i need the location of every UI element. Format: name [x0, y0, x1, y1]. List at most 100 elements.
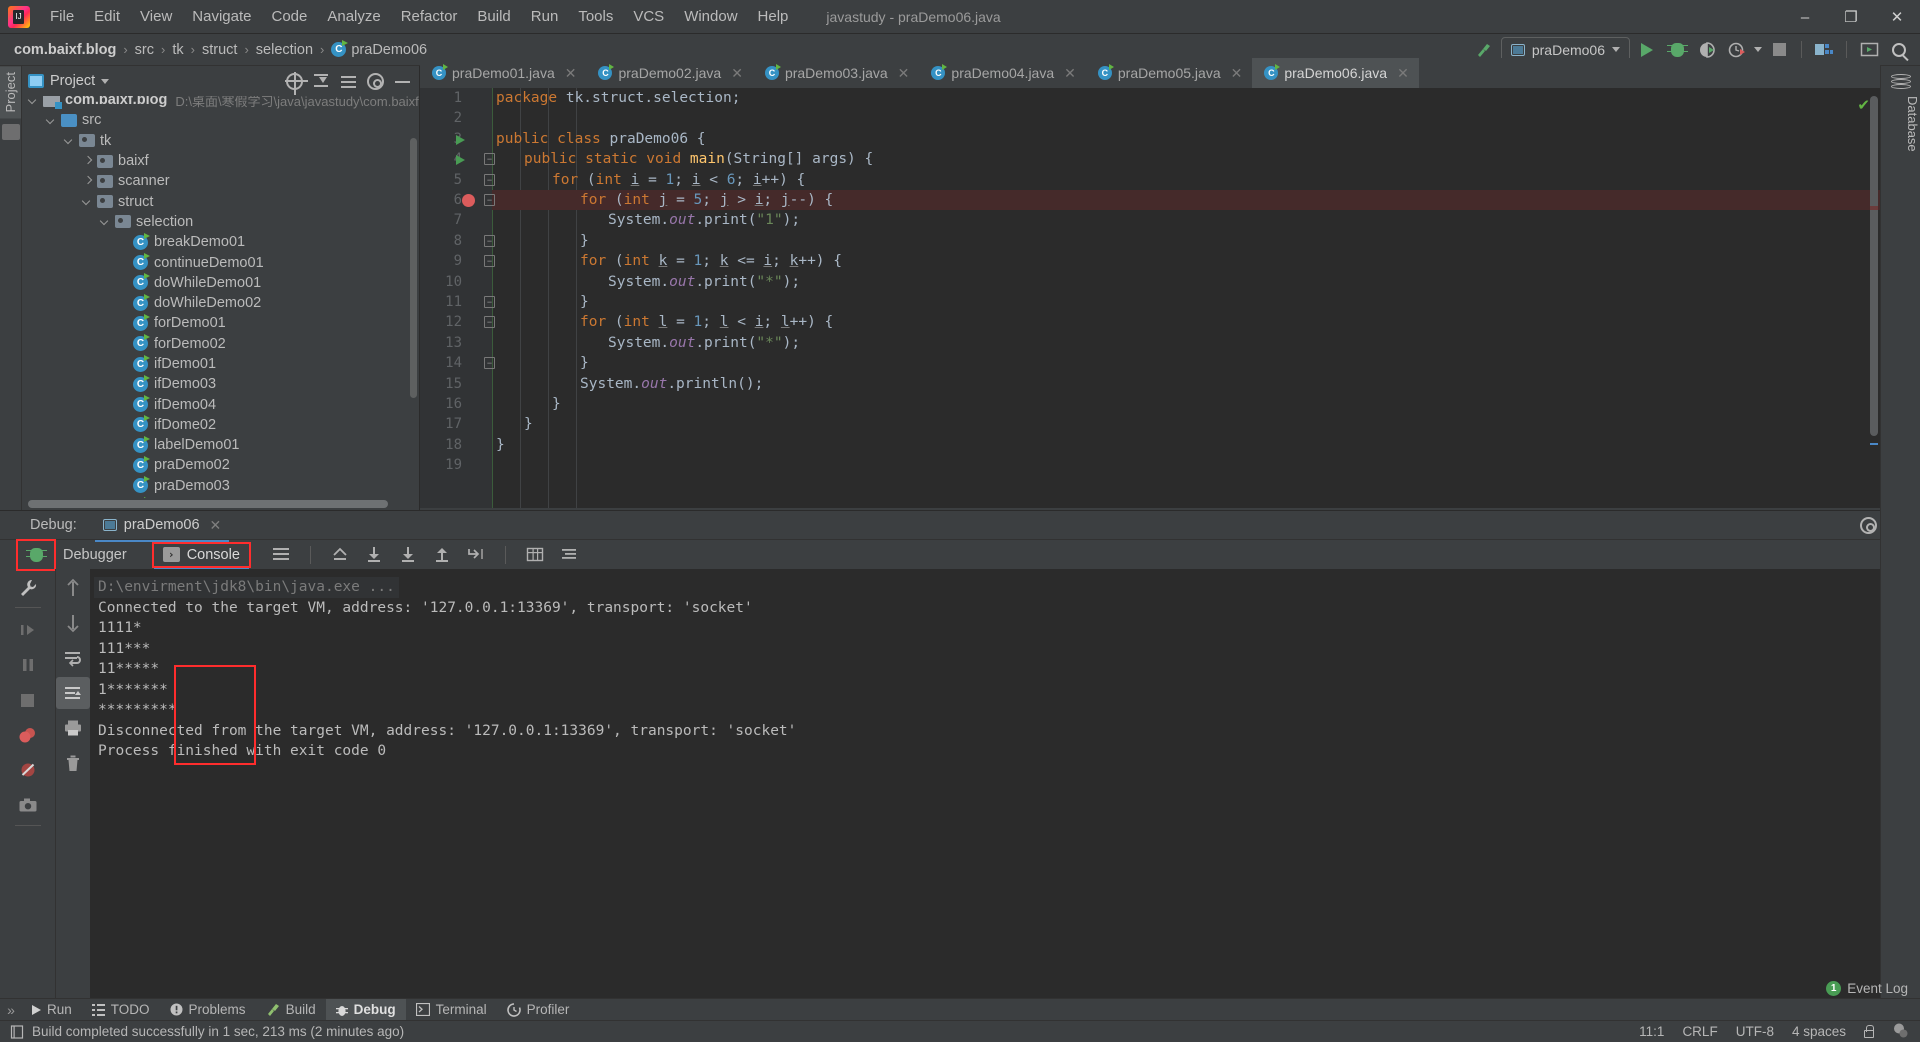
editor-tab-prademo06[interactable]: praDemo06.java ✕ [1252, 58, 1419, 88]
settings-list-icon[interactable] [559, 545, 579, 565]
bottom-tab-terminal[interactable]: Terminal [406, 999, 497, 1021]
table-icon[interactable] [525, 545, 545, 565]
soft-wrap-icon[interactable] [56, 642, 90, 674]
error-stripe-mark[interactable] [1870, 206, 1878, 210]
select-opened-file-icon[interactable] [286, 72, 303, 90]
breadcrumb-item-selection[interactable]: selection [256, 42, 313, 58]
bottom-tab-build[interactable]: Build [256, 999, 326, 1021]
code-fold-icon[interactable]: − [484, 153, 495, 166]
code-line[interactable] [492, 455, 496, 475]
code-line[interactable]: } [492, 353, 589, 373]
code-fold-icon[interactable]: − [484, 255, 495, 268]
code-fold-icon[interactable]: − [484, 234, 495, 247]
code-line[interactable]: for (int l = 1; l < i; l++) { [492, 312, 833, 332]
pause-icon[interactable] [11, 649, 45, 681]
event-log-button[interactable]: 1 Event Log [1826, 981, 1908, 996]
code-line[interactable]: System.out.print("*"); [492, 333, 800, 353]
bottom-tab-todo[interactable]: TODO [82, 999, 160, 1021]
tree-node-dowhiledemo02[interactable]: doWhileDemo02 [22, 293, 419, 313]
editor-tab-prademo05[interactable]: praDemo05.java ✕ [1086, 58, 1252, 88]
code-line[interactable]: public class praDemo06 { [492, 129, 706, 149]
print-icon[interactable] [56, 712, 90, 744]
tree-node-continuedemo01[interactable]: continueDemo01 [22, 252, 419, 272]
chevron-right-icon[interactable] [82, 176, 93, 187]
chevron-down-icon[interactable] [101, 78, 110, 84]
down-arrow-icon[interactable] [56, 607, 90, 639]
tree-node-baixf[interactable]: baixf [22, 151, 419, 171]
camera-icon[interactable] [11, 789, 45, 821]
bottom-tab-run[interactable]: Run [22, 999, 82, 1021]
export-icon[interactable] [398, 545, 418, 565]
debug-bug-icon[interactable] [16, 538, 56, 571]
editor-vertical-scrollbar[interactable] [1870, 96, 1878, 436]
menu-item-build[interactable]: Build [467, 5, 520, 28]
run-gutter-icon[interactable] [456, 155, 465, 166]
close-icon[interactable]: ✕ [1231, 65, 1243, 82]
tree-root[interactable]: com.baixf.blog D:\桌面\寒假学习\java\javastudy… [22, 96, 419, 110]
tab-debugger[interactable]: Debugger [54, 544, 136, 566]
sidebar-tab-database[interactable]: Database [1881, 96, 1920, 152]
bottom-tab-problems[interactable]: Problems [160, 999, 256, 1021]
code-line[interactable]: package tk.struct.selection; [492, 88, 740, 108]
maximize-button[interactable]: ❐ [1828, 0, 1874, 34]
chevron-down-icon[interactable] [1754, 47, 1762, 52]
menu-item-file[interactable]: File [40, 5, 84, 28]
file-encoding[interactable]: UTF-8 [1736, 1024, 1774, 1039]
menu-item-refactor[interactable]: Refactor [391, 5, 468, 28]
code-fold-icon[interactable]: − [484, 316, 495, 329]
breadcrumb-item-module[interactable]: com.baixf.blog [14, 42, 116, 58]
minimize-button[interactable]: – [1782, 0, 1828, 34]
code-line[interactable]: } [492, 414, 533, 434]
tree-node-tk[interactable]: tk [22, 131, 419, 151]
up-arrow-icon[interactable] [56, 572, 90, 604]
breadcrumb-item-src[interactable]: src [135, 42, 154, 58]
wrench-icon[interactable] [11, 572, 45, 604]
project-vertical-scrollbar[interactable] [410, 138, 417, 398]
tree-node-ifdemo01[interactable]: ifDemo01 [22, 354, 419, 374]
breadcrumb-item-struct[interactable]: struct [202, 42, 237, 58]
expand-all-icon[interactable] [340, 73, 357, 90]
code-fold-icon[interactable]: − [484, 173, 495, 186]
menu-item-vcs[interactable]: VCS [623, 5, 674, 28]
tree-node-struct[interactable]: struct [22, 191, 419, 211]
tree-node-prademo03[interactable]: praDemo03 [22, 476, 419, 496]
line-separator[interactable]: CRLF [1682, 1024, 1717, 1039]
breakpoints-icon[interactable] [11, 719, 45, 751]
menu-item-tools[interactable]: Tools [568, 5, 623, 28]
chevron-down-icon[interactable] [100, 216, 111, 227]
soft-wrap-icon[interactable] [271, 545, 291, 565]
code-editor[interactable]: package tk.struct.selection; public class… [420, 88, 1880, 508]
code-line[interactable]: for (int i = 1; i < 6; i++) { [492, 170, 805, 190]
gear-icon[interactable] [1860, 516, 1877, 534]
editor-tab-prademo03[interactable]: praDemo03.java ✕ [753, 58, 919, 88]
project-horizontal-scrollbar[interactable] [28, 500, 388, 508]
chevron-down-icon[interactable] [64, 135, 75, 146]
scroll-to-end-icon[interactable] [364, 545, 384, 565]
menu-item-run[interactable]: Run [521, 5, 569, 28]
menu-item-code[interactable]: Code [261, 5, 317, 28]
breakpoint-icon[interactable] [462, 193, 475, 207]
tree-node-src[interactable]: src [22, 110, 419, 130]
tree-node-labeldemo01[interactable]: labelDemo01 [22, 435, 419, 455]
menu-item-analyze[interactable]: Analyze [317, 5, 390, 28]
chevron-down-icon[interactable] [28, 96, 39, 106]
close-icon[interactable]: ✕ [210, 517, 222, 534]
inspection-ok-icon[interactable]: ✔ [1857, 96, 1870, 114]
trash-icon[interactable] [56, 747, 90, 779]
folder-icon[interactable] [1, 124, 20, 141]
code-line[interactable]: } [492, 231, 589, 251]
code-line[interactable]: public static void main(String[] args) { [492, 149, 873, 169]
project-tree[interactable]: com.baixf.blog D:\桌面\寒假学习\java\javastudy… [22, 96, 419, 498]
editor-code-area[interactable]: package tk.struct.selection; public class… [492, 88, 1880, 508]
code-line[interactable]: } [492, 435, 505, 455]
chevron-down-icon[interactable] [82, 196, 93, 207]
editor-tab-prademo01[interactable]: praDemo01.java ✕ [420, 58, 586, 88]
code-fold-icon[interactable]: − [484, 194, 495, 206]
bottom-tab-profiler[interactable]: Profiler [497, 999, 580, 1021]
code-fold-icon[interactable]: − [484, 357, 495, 370]
inspection-icon[interactable] [1892, 1022, 1908, 1041]
database-icon[interactable] [1890, 74, 1911, 92]
code-line[interactable]: for (int k = 1; k <= i; k++) { [492, 251, 842, 271]
close-icon[interactable]: ✕ [731, 65, 743, 82]
collapse-all-icon[interactable] [313, 73, 330, 90]
